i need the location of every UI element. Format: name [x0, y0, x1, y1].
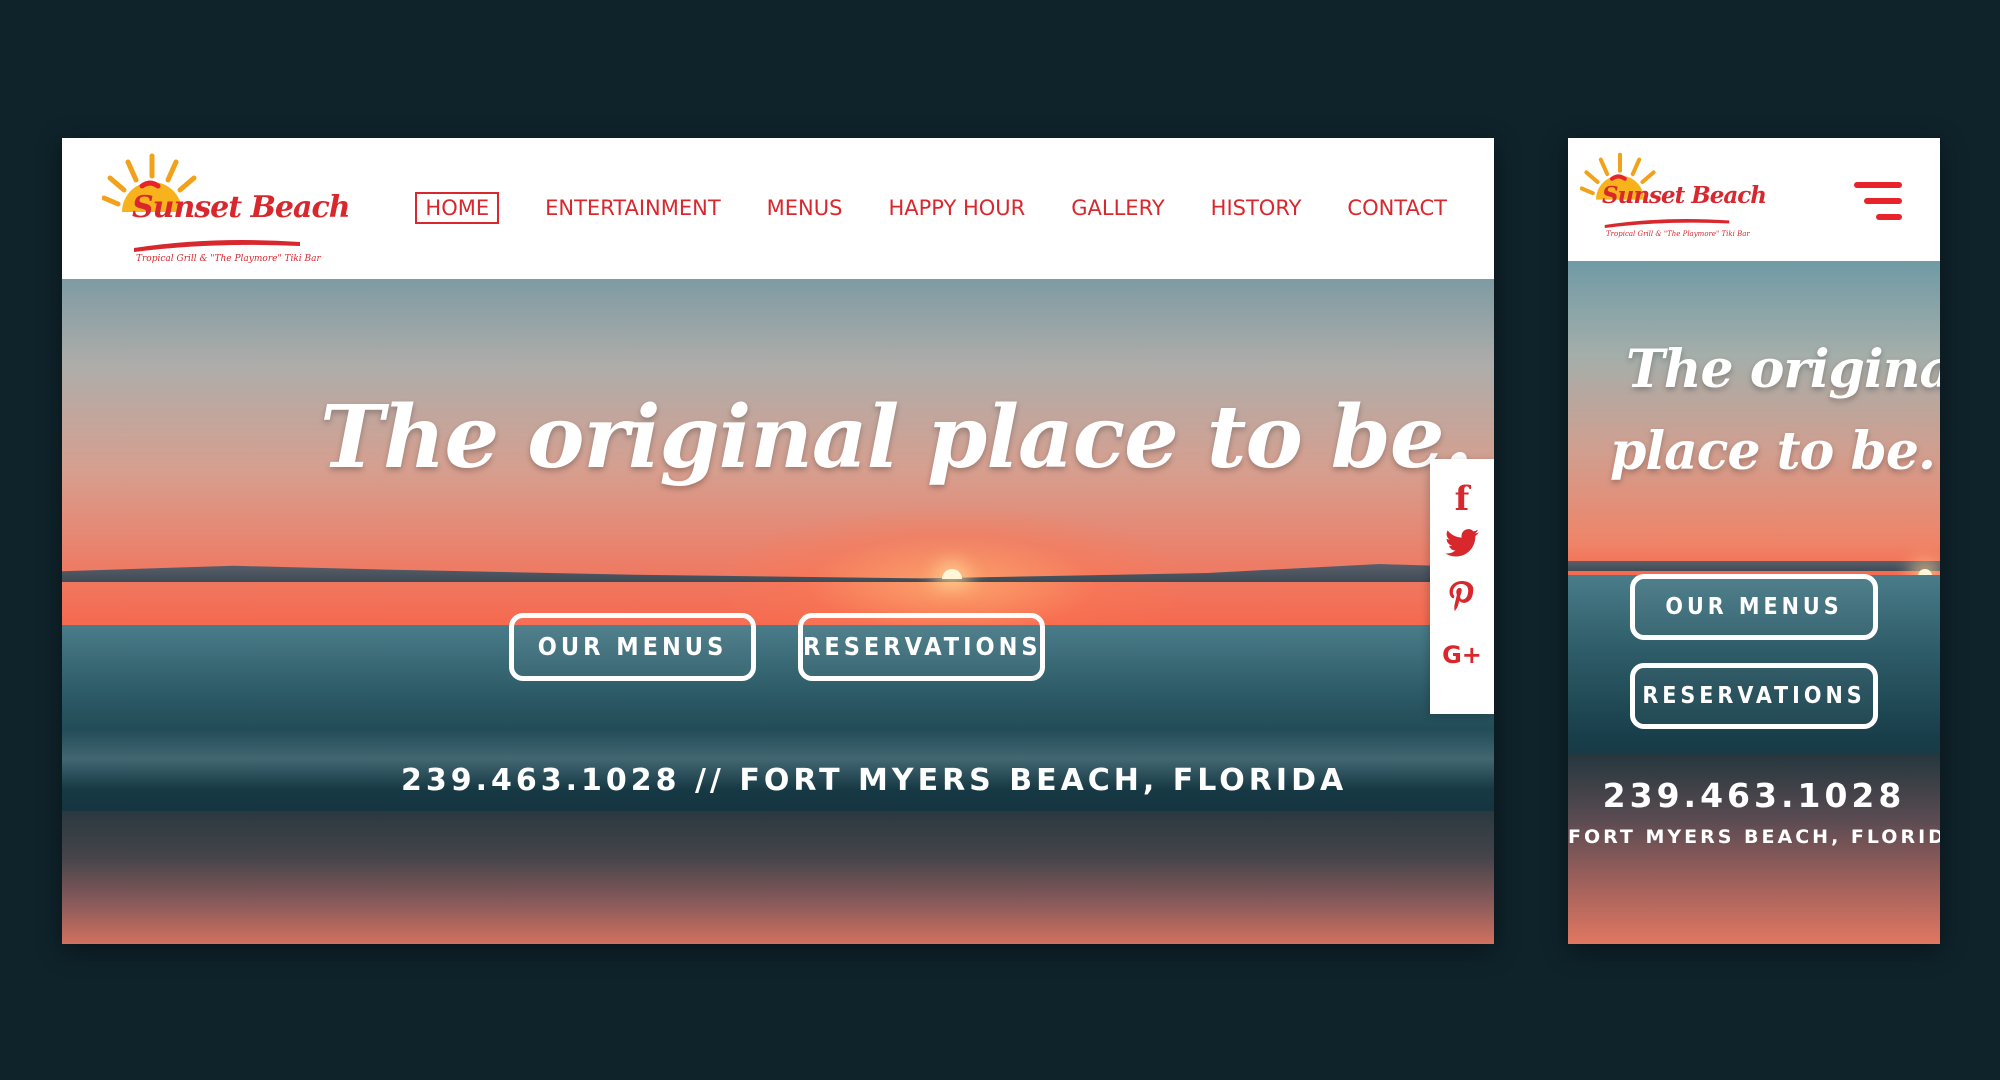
- our-menus-label: OUR MENUS: [537, 632, 728, 661]
- twitter-icon[interactable]: [1445, 529, 1479, 573]
- mobile-hero-headline-line2: place to be.: [1610, 421, 1936, 482]
- mobile-our-menus-button[interactable]: OUR MENUS: [1630, 574, 1878, 640]
- logo-brand-name: Sunset Beach: [132, 190, 351, 225]
- nav-happy-hour[interactable]: HAPPY HOUR: [888, 195, 1025, 221]
- mobile-reservations-button[interactable]: RESERVATIONS: [1630, 663, 1878, 729]
- nav-history[interactable]: HISTORY: [1211, 195, 1302, 221]
- pinterest-icon[interactable]: [1448, 581, 1476, 625]
- mobile-hero-sky: [1568, 261, 1940, 576]
- mobile-header: Sunset Beach Tropical Grill & "The Playm…: [1568, 138, 1940, 261]
- logo-swoosh: [134, 240, 300, 252]
- contact-line: 239.463.1028 // FORT MYERS BEACH, FLORID…: [401, 763, 1348, 798]
- mobile-reservations-label: RESERVATIONS: [1642, 683, 1866, 709]
- main-nav: HOME ENTERTAINMENT MENUS HAPPY HOUR GALL…: [415, 192, 1447, 224]
- mobile-hero-headline-line1: The original: [1626, 339, 1940, 400]
- hero-sand: [62, 811, 1494, 944]
- social-bar: f G+: [1430, 459, 1494, 714]
- hero-headline: The original place to be.: [320, 387, 1474, 488]
- nav-menus[interactable]: MENUS: [767, 195, 843, 221]
- mobile-logo-tagline: Tropical Grill & "The Playmore" Tiki Bar: [1606, 230, 1750, 238]
- mobile-our-menus-label: OUR MENUS: [1665, 594, 1843, 620]
- google-plus-icon[interactable]: G+: [1442, 633, 1482, 677]
- mobile-hero-section: The original place to be. OUR MENUS RESE…: [1568, 261, 1940, 944]
- facebook-icon[interactable]: f: [1455, 477, 1470, 521]
- mobile-distant-land: [1568, 561, 1940, 571]
- logo-tagline: Tropical Grill & "The Playmore" Tiki Bar: [136, 254, 321, 264]
- nav-entertainment[interactable]: ENTERTAINMENT: [545, 195, 721, 221]
- mobile-logo-brand-name: Sunset Beach: [1602, 182, 1767, 209]
- site-header: Sunset Beach Tropical Grill & "The Playm…: [62, 138, 1494, 279]
- reservations-button[interactable]: RESERVATIONS: [798, 613, 1045, 681]
- our-menus-button[interactable]: OUR MENUS: [509, 613, 756, 681]
- nav-gallery[interactable]: GALLERY: [1071, 195, 1164, 221]
- mobile-phone: 239.463.1028: [1602, 776, 1906, 815]
- reservations-label: RESERVATIONS: [803, 632, 1042, 661]
- nav-home[interactable]: HOME: [415, 192, 500, 224]
- site-logo[interactable]: Sunset Beach Tropical Grill & "The Playm…: [102, 150, 351, 270]
- mobile-mockup: Sunset Beach Tropical Grill & "The Playm…: [1568, 138, 1940, 944]
- nav-contact[interactable]: CONTACT: [1347, 195, 1447, 221]
- desktop-mockup: Sunset Beach Tropical Grill & "The Playm…: [62, 138, 1494, 944]
- hamburger-menu-icon[interactable]: [1854, 182, 1902, 222]
- mobile-site-logo[interactable]: Sunset Beach Tropical Grill & "The Playm…: [1580, 150, 1767, 250]
- mobile-location: FORT MYERS BEACH, FLORIDA: [1568, 826, 1940, 848]
- hero-section: The original place to be. OUR MENUS RESE…: [62, 279, 1494, 944]
- mobile-logo-swoosh: [1604, 219, 1730, 228]
